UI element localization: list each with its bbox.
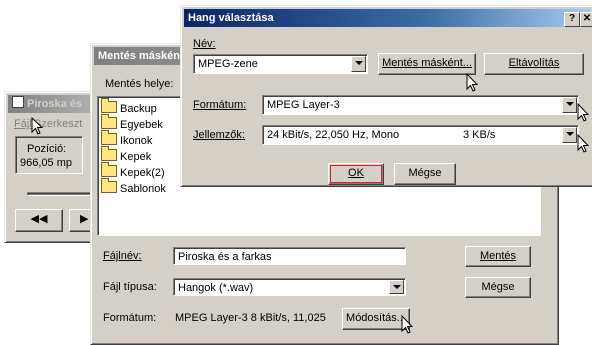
- filename-field[interactable]: Piroska és a farkas: [173, 247, 406, 265]
- rewind-icon: ◀◀: [30, 213, 48, 225]
- close-icon[interactable]: ✕: [580, 12, 592, 27]
- name-label: Név:: [193, 38, 216, 50]
- folder-icon: [101, 178, 117, 193]
- sound-selection-titlebar[interactable]: Hang választása: [184, 9, 590, 27]
- remove-button[interactable]: Eltávolítás: [484, 53, 584, 75]
- attributes-rate: 3 KB/s: [463, 129, 496, 141]
- format-label: Formátum:: [193, 99, 247, 111]
- folder-icon: [101, 146, 117, 161]
- folder-icon: [101, 98, 117, 113]
- save-as-title: Mentés máskén: [98, 50, 180, 62]
- folder-item-ikonok[interactable]: Ikonok: [101, 130, 152, 147]
- seek-track[interactable]: [27, 192, 99, 196]
- sound-selection-title: Hang választása: [188, 12, 274, 24]
- save-button[interactable]: Mentés: [465, 246, 531, 267]
- format-value: MPEG Layer-3 8 kBit/s, 11,025: [175, 312, 326, 324]
- menu-file[interactable]: Fájl: [14, 118, 32, 130]
- folder-item-kepek[interactable]: Kepek: [101, 146, 151, 163]
- chevron-down-icon[interactable]: [562, 127, 577, 143]
- chevron-down-icon[interactable]: [389, 280, 404, 294]
- filetype-select[interactable]: Hangok (*.wav): [173, 278, 406, 296]
- filename-label: Fájlnév:: [103, 250, 142, 262]
- chevron-down-icon[interactable]: [351, 56, 366, 72]
- folder-item-backup[interactable]: Backup: [101, 98, 157, 115]
- position-label: Pozíció:: [27, 143, 67, 155]
- save-location-label: Mentés helye:: [105, 78, 174, 90]
- sound-cancel-button[interactable]: Mégse: [394, 163, 456, 185]
- position-value: 966,05 mp: [20, 157, 72, 169]
- folder-icon: [101, 130, 117, 145]
- format-select[interactable]: MPEG Layer-3: [262, 95, 579, 115]
- folder-item-egyebek[interactable]: Egyebek: [101, 114, 163, 131]
- folder-item-sablonok[interactable]: Sablonok: [101, 178, 166, 195]
- ok-button[interactable]: OK: [328, 163, 384, 185]
- modify-button[interactable]: Módosítás...: [342, 308, 410, 330]
- rewind-button[interactable]: ◀◀: [15, 209, 63, 232]
- save-cancel-button[interactable]: Mégse: [465, 277, 531, 298]
- attributes-select[interactable]: 24 kBit/s, 22,050 Hz, Mono 3 KB/s: [262, 125, 579, 145]
- name-select[interactable]: MPEG-zene: [193, 54, 368, 74]
- attributes-label: Jellemzők:: [193, 129, 245, 141]
- app-icon: [12, 96, 24, 108]
- chevron-down-icon[interactable]: [562, 97, 577, 113]
- position-panel: Pozíció: 966,05 mp: [15, 136, 83, 174]
- help-icon[interactable]: ?: [564, 12, 580, 27]
- folder-icon: [101, 114, 117, 129]
- sound-selection-dialog: Hang választása ? ✕ Név: MPEG-zene Menté…: [180, 5, 592, 187]
- sound-recorder-title: Piroska és: [27, 98, 83, 110]
- sound-recorder-titlebar[interactable]: Piroska és: [8, 95, 102, 113]
- filetype-label: Fájl típusa:: [103, 281, 157, 293]
- save-as-button[interactable]: Mentés másként...: [378, 53, 476, 75]
- folder-icon: [101, 162, 117, 177]
- format-label: Formátum:: [103, 312, 157, 324]
- folder-item-kepek2[interactable]: Kepek(2): [101, 162, 165, 179]
- play-icon: ▶: [80, 213, 89, 225]
